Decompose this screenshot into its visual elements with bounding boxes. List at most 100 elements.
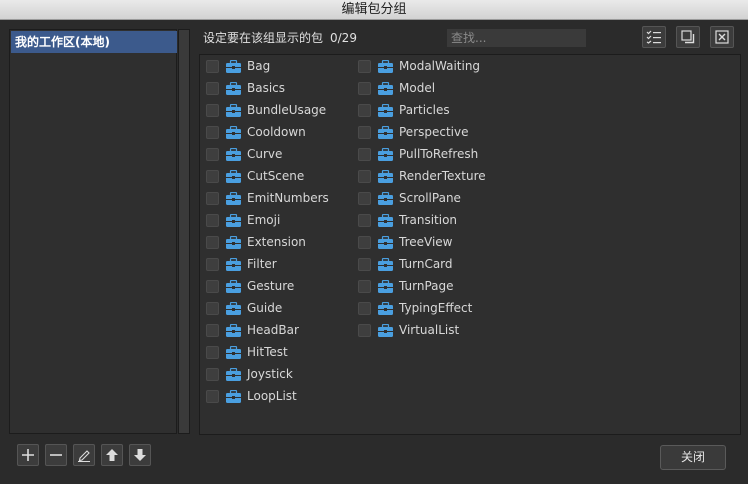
package-item[interactable]: Guide	[206, 299, 282, 317]
package-label: Transition	[399, 213, 458, 227]
package-label: HitTest	[247, 345, 288, 359]
package-icon	[226, 301, 241, 315]
package-item[interactable]: Bag	[206, 57, 270, 75]
package-checkbox[interactable]	[206, 213, 219, 227]
package-list-label: 设定要在该组显示的包	[203, 31, 324, 45]
close-button[interactable]: 关闭	[660, 445, 726, 470]
package-item[interactable]: Perspective	[358, 123, 469, 141]
package-checkbox[interactable]	[206, 257, 219, 271]
package-item[interactable]: HitTest	[206, 343, 288, 361]
package-checkbox[interactable]	[358, 191, 371, 205]
package-checkbox[interactable]	[206, 169, 219, 183]
remove-button[interactable]	[45, 444, 67, 466]
package-item[interactable]: Emoji	[206, 211, 280, 229]
package-item[interactable]: Gesture	[206, 277, 294, 295]
move-down-button[interactable]	[129, 444, 151, 466]
package-checkbox[interactable]	[206, 235, 219, 249]
package-item[interactable]: Cooldown	[206, 123, 306, 141]
search-input[interactable]	[447, 29, 586, 47]
package-label: Gesture	[247, 279, 295, 293]
package-label: CutScene	[247, 169, 305, 183]
workspace-item-local[interactable]: 我的工作区(本地)	[11, 31, 177, 53]
package-checkbox[interactable]	[206, 279, 219, 293]
package-item[interactable]: HeadBar	[206, 321, 299, 339]
package-label: Guide	[247, 301, 283, 315]
package-checkbox[interactable]	[358, 235, 371, 249]
package-checkbox[interactable]	[206, 191, 219, 205]
package-checkbox[interactable]	[206, 81, 219, 95]
clear-selection-button[interactable]	[710, 26, 734, 48]
package-item[interactable]: Particles	[358, 101, 450, 119]
package-label: Extension	[247, 235, 306, 249]
package-checkbox[interactable]	[358, 125, 371, 139]
restore-button[interactable]	[676, 26, 700, 48]
package-label: Model	[399, 81, 436, 95]
package-item[interactable]: PullToRefresh	[358, 145, 478, 163]
package-checkbox[interactable]	[358, 323, 371, 337]
package-checkbox[interactable]	[358, 147, 371, 161]
package-checkbox[interactable]	[206, 345, 219, 359]
package-item[interactable]: LoopList	[206, 387, 297, 405]
package-checkbox[interactable]	[206, 367, 219, 381]
package-icon	[226, 81, 241, 95]
package-item[interactable]: ScrollPane	[358, 189, 461, 207]
package-icon	[226, 125, 241, 139]
package-item[interactable]: EmitNumbers	[206, 189, 329, 207]
package-item[interactable]: Transition	[358, 211, 457, 229]
move-up-button[interactable]	[101, 444, 123, 466]
package-item[interactable]: Model	[358, 79, 435, 97]
package-checkbox[interactable]	[358, 301, 371, 315]
workspace-list[interactable]: 我的工作区(本地)	[9, 29, 177, 434]
rename-button[interactable]	[73, 444, 95, 466]
package-checkbox[interactable]	[358, 279, 371, 293]
pencil-icon	[78, 450, 90, 462]
package-item[interactable]: Curve	[206, 145, 282, 163]
package-icon	[378, 147, 393, 161]
package-checkbox[interactable]	[206, 389, 219, 403]
package-label: Bag	[247, 59, 271, 73]
package-checkbox[interactable]	[358, 81, 371, 95]
package-checkbox[interactable]	[206, 323, 219, 337]
package-item[interactable]: ModalWaiting	[358, 57, 480, 75]
package-item[interactable]: TypingEffect	[358, 299, 472, 317]
package-icon	[226, 345, 241, 359]
package-label: EmitNumbers	[247, 191, 329, 205]
package-label: TurnCard	[399, 257, 453, 271]
package-checkbox[interactable]	[206, 147, 219, 161]
package-checkbox[interactable]	[358, 59, 371, 73]
package-checkbox[interactable]	[358, 169, 371, 183]
arrow-down-icon	[134, 449, 146, 461]
package-checkbox[interactable]	[358, 257, 371, 271]
package-checkbox[interactable]	[206, 125, 219, 139]
package-item[interactable]: VirtualList	[358, 321, 459, 339]
package-icon	[378, 103, 393, 117]
package-checkbox[interactable]	[358, 103, 371, 117]
package-item[interactable]: Extension	[206, 233, 306, 251]
package-item[interactable]: Basics	[206, 79, 285, 97]
package-icon	[226, 147, 241, 161]
plus-icon	[22, 449, 34, 461]
add-button[interactable]	[17, 444, 39, 466]
package-checkbox[interactable]	[206, 103, 219, 117]
package-checkbox[interactable]	[358, 213, 371, 227]
package-icon	[226, 191, 241, 205]
package-item[interactable]: RenderTexture	[358, 167, 486, 185]
package-item[interactable]: CutScene	[206, 167, 304, 185]
package-checkbox[interactable]	[206, 301, 219, 315]
select-all-button[interactable]	[642, 26, 666, 48]
package-item[interactable]: TurnPage	[358, 277, 454, 295]
package-checkbox[interactable]	[206, 59, 219, 73]
package-item[interactable]: TurnCard	[358, 255, 453, 273]
package-label: HeadBar	[247, 323, 299, 337]
package-list[interactable]: Bag Basics BundleUsage Cooldown Curve CutScen…	[199, 54, 741, 435]
package-item[interactable]: Filter	[206, 255, 277, 273]
workspace-list-scrollbar[interactable]	[178, 29, 190, 434]
package-item[interactable]: TreeView	[358, 233, 452, 251]
package-label: Cooldown	[247, 125, 306, 139]
package-label: ScrollPane	[399, 191, 461, 205]
package-label: VirtualList	[399, 323, 460, 337]
package-item[interactable]: BundleUsage	[206, 101, 326, 119]
package-label: TypingEffect	[399, 301, 473, 315]
close-box-icon	[715, 30, 729, 44]
package-item[interactable]: Joystick	[206, 365, 293, 383]
